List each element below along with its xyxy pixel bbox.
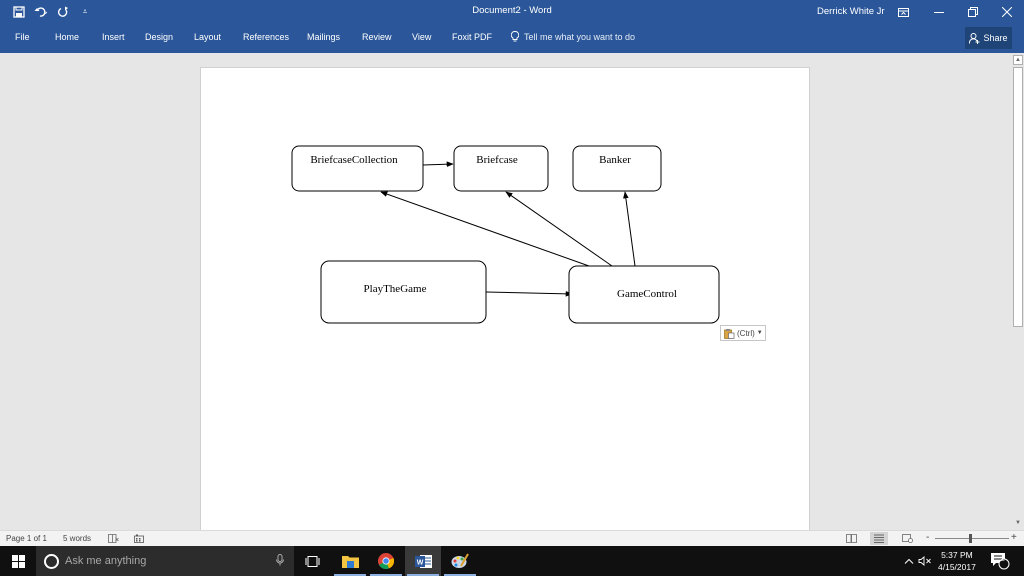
zoom-slider[interactable] [935,538,1009,539]
close-icon[interactable] [990,0,1024,24]
microphone-icon[interactable] [276,554,284,569]
node-label: BriefcaseCollection [310,154,398,166]
tell-me-search[interactable]: Tell me what you want to do [511,31,635,42]
document-area[interactable]: BriefcaseCollection Briefcase Banker Pla… [0,53,1012,530]
node-label: Banker [599,154,631,166]
paste-options-label: (Ctrl) [737,328,755,338]
print-layout-icon[interactable] [870,532,888,545]
svg-text:W: W [416,559,423,566]
chrome-icon[interactable] [368,546,404,576]
search-placeholder: Ask me anything [65,555,147,567]
notification-count: 2 [1001,556,1005,563]
title-bar: ⩡ Document2 - Word Derrick White Jr [0,0,1024,24]
scroll-down-icon[interactable]: ▼ [1013,518,1023,528]
cortana-icon [44,553,59,569]
tab-insert[interactable]: Insert [102,32,125,42]
clipboard-icon [724,328,735,339]
tab-references[interactable]: References [243,32,289,42]
node-play-the-game[interactable]: PlayTheGame [320,260,487,324]
node-banker[interactable]: Banker [572,145,662,192]
scroll-up-icon[interactable]: ▲ [1013,55,1023,65]
node-label: GameControl [617,288,677,300]
tab-foxit-pdf[interactable]: Foxit PDF [452,32,492,42]
zoom-in-button[interactable]: + [1011,532,1017,543]
tab-design[interactable]: Design [145,32,173,42]
paste-options-button[interactable]: (Ctrl) ▼ [720,325,766,341]
person-add-icon [969,32,980,44]
macro-icon[interactable] [134,534,144,545]
tab-view[interactable]: View [412,32,431,42]
page-count[interactable]: Page 1 of 1 [6,534,47,543]
user-name[interactable]: Derrick White Jr [817,6,885,17]
node-game-control[interactable]: GameControl [568,265,720,324]
node-briefcase-collection[interactable]: BriefcaseCollection [291,145,424,192]
share-button[interactable]: Share [965,27,1012,49]
task-view-icon[interactable] [294,546,330,576]
clock-time: 5:37 PM [941,550,973,560]
read-mode-icon[interactable] [842,532,860,545]
node-label: Briefcase [476,154,518,166]
web-layout-icon[interactable] [898,532,916,545]
tab-mailings[interactable]: Mailings [307,32,340,42]
show-hidden-icons[interactable] [904,546,914,576]
proofing-icon[interactable] [108,534,119,545]
status-bar: Page 1 of 1 5 words - + [0,530,1024,546]
windows-start-icon[interactable] [0,546,36,576]
tab-home[interactable]: Home [55,32,79,42]
ribbon-display-options-icon[interactable] [893,3,913,21]
chevron-down-icon: ▼ [756,330,763,336]
zoom-out-button[interactable]: - [926,532,929,543]
edge-playthegame-gamecontrol[interactable] [485,291,573,297]
word-count[interactable]: 5 words [63,534,91,543]
vertical-scrollbar[interactable]: ▲ ▼ [1012,53,1024,530]
cortana-search-box[interactable]: Ask me anything [36,546,294,576]
volume-muted-icon[interactable] [918,546,932,576]
word-icon[interactable]: W [405,546,441,576]
system-clock[interactable]: 5:37 PM 4/15/2017 [938,549,976,573]
window-controls [922,0,1024,24]
document-page[interactable]: BriefcaseCollection Briefcase Banker Pla… [200,67,810,530]
tab-review[interactable]: Review [362,32,392,42]
file-explorer-icon[interactable] [332,546,368,576]
node-briefcase[interactable]: Briefcase [453,145,549,192]
paint-icon[interactable] [442,546,478,576]
class-diagram[interactable]: BriefcaseCollection Briefcase Banker Pla… [201,68,811,530]
zoom-slider-thumb[interactable] [969,534,972,543]
scroll-thumb[interactable] [1013,67,1023,327]
tab-layout[interactable]: Layout [194,32,221,42]
lightbulb-icon [511,31,519,42]
tell-me-text: Tell me what you want to do [524,31,636,42]
tab-file[interactable]: File [15,32,30,42]
edge-gamecontrol-banker[interactable] [623,191,636,267]
action-center-icon[interactable]: 2 [990,546,1010,576]
node-label: PlayTheGame [364,283,427,295]
share-label: Share [983,33,1008,43]
edge-briefcasecollection-briefcase[interactable] [422,161,454,168]
clock-date: 4/15/2017 [938,562,976,572]
taskbar: Ask me anything W 5:37 PM 4/15/2017 2 [0,546,1024,576]
minimize-icon[interactable] [922,0,956,24]
restore-icon[interactable] [956,0,990,24]
edge-gamecontrol-briefcasecollection[interactable] [380,191,590,267]
ribbon-tabs: File Home Insert Design Layout Reference… [0,24,1024,53]
